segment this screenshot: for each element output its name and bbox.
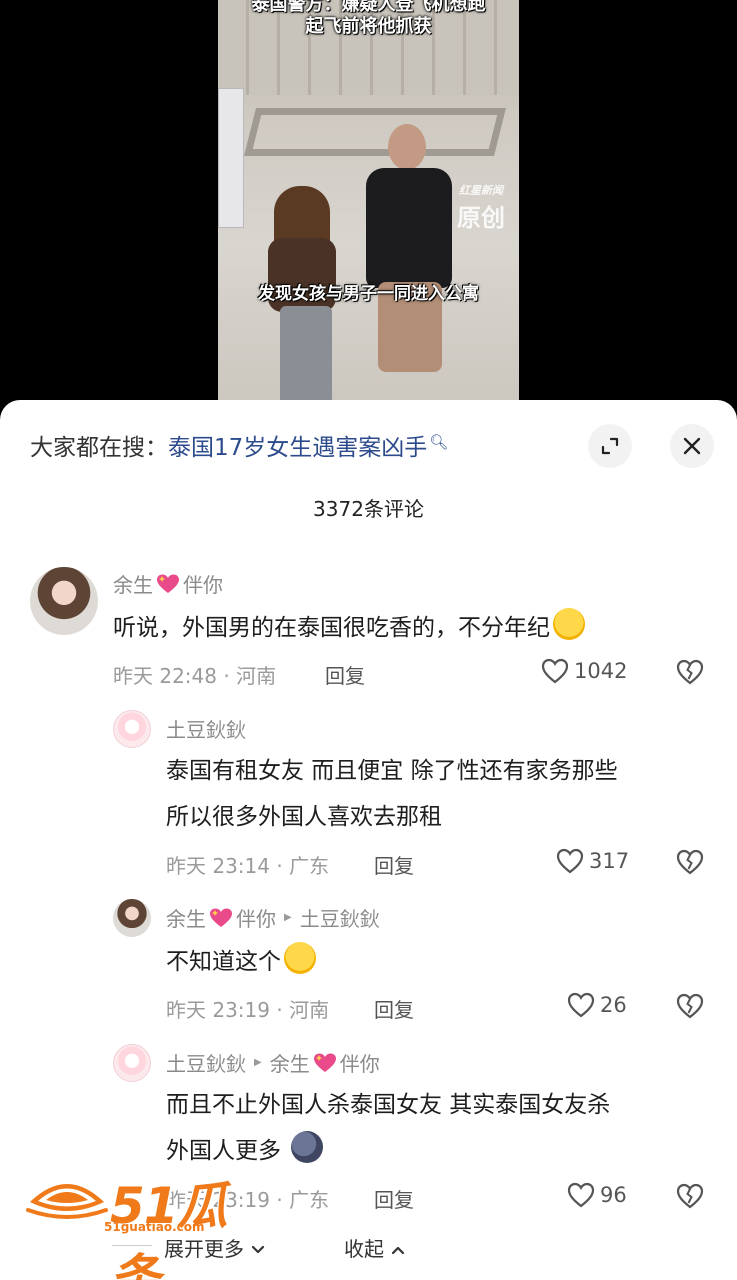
watermelon-logo-icon	[26, 1184, 108, 1219]
video-title-line2: 起飞前将他抓获	[305, 16, 432, 37]
reply-button[interactable]: 回复	[374, 850, 414, 879]
avatar[interactable]	[113, 1044, 151, 1082]
comment-meta: 昨天 23:14 · 广东	[166, 854, 330, 878]
trending-search[interactable]: 大家都在搜：泰国17岁女生遇害案凶手 🔍︎	[30, 428, 448, 462]
comment-username[interactable]: 余生 伴你	[113, 569, 223, 598]
reply-to-username[interactable]: 土豆鈥鈥	[300, 903, 380, 932]
comment-item: 余生 伴你 听说，外国男的在泰国很吃香的，不分年纪 昨天 22:48 · 河南 …	[0, 565, 737, 695]
expand-sheet-button[interactable]	[588, 424, 632, 468]
heart-outline-icon	[567, 992, 595, 1018]
heart-outline-icon	[567, 1182, 595, 1208]
comment-text-line1: 泰国有租女友 而且便宜 除了性还有家务那些	[166, 758, 618, 784]
like-button[interactable]: 26	[566, 991, 627, 1019]
comment-text-line2: 所以很多外国人喜欢去那租	[166, 804, 442, 830]
search-icon: 🔍︎	[429, 433, 449, 451]
reply-item: 土豆鈥鈥 泰国有租女友 而且便宜 除了性还有家务那些 所以很多外国人喜欢去那租 …	[0, 708, 737, 878]
comment-sheet: 大家都在搜：泰国17岁女生遇害案凶手 🔍︎ 3372条评论 余生 伴你 听说，外国…	[0, 400, 737, 1280]
like-count: 317	[589, 849, 630, 873]
heart-outline-icon	[541, 658, 569, 684]
sparkling-heart-icon	[313, 1053, 336, 1072]
video-watermark: 红星新闻 原创	[449, 182, 513, 233]
like-count: 96	[600, 1183, 627, 1207]
video-title: 泰国警方：嫌疑人登飞机想跑 起飞前将他抓获	[218, 0, 519, 38]
expand-icon	[601, 437, 619, 455]
broken-heart-icon[interactable]	[675, 1182, 705, 1210]
comment-username[interactable]: 土豆鈥鈥 ▶ 余生 伴你	[166, 1048, 380, 1077]
site-watermark-url: 51guatiao.com	[104, 1220, 205, 1234]
video-man-head	[388, 124, 426, 170]
collapse-label: 收起	[344, 1237, 384, 1261]
video-caption: 发现女孩与男子一同进入公寓	[258, 284, 479, 304]
comment-meta: 昨天 22:48 · 河南	[113, 664, 277, 688]
sparkling-heart-icon	[157, 574, 179, 593]
site-watermark-logo: 51瓜条 51guatiao.com	[22, 1168, 262, 1280]
video-floor-pattern	[244, 108, 506, 156]
chevron-up-icon	[392, 1246, 405, 1255]
video-girl-legs	[280, 306, 332, 406]
trending-search-prefix: 大家都在搜：	[30, 435, 168, 461]
comment-username[interactable]: 余生 伴你 ▶ 土豆鈥鈥	[166, 903, 380, 932]
laughing-tears-emoji-icon	[284, 942, 316, 974]
broken-heart-icon[interactable]	[675, 992, 705, 1020]
sparkling-heart-icon	[210, 908, 232, 927]
username: 土豆鈥鈥	[166, 1052, 246, 1076]
watermark-small: 红星新闻	[459, 184, 503, 197]
avatar[interactable]	[113, 710, 151, 748]
reply-item: 余生 伴你 ▶ 土豆鈥鈥 不知道这个 昨天 23:19 · 河南 回复 26	[0, 897, 737, 1027]
comment-text-content: 外国人更多	[166, 1138, 281, 1164]
video-man-figure	[366, 168, 452, 288]
comment-meta: 昨天 23:19 · 河南	[166, 998, 330, 1022]
comment-text: 不知道这个	[166, 939, 316, 985]
comment-text-content: 不知道这个	[166, 949, 281, 975]
video-frame[interactable]: 泰国警方：嫌疑人登飞机想跑 起飞前将他抓获 红星新闻 原创 发现女孩与男子一同进…	[218, 0, 519, 410]
username-part1: 余生	[113, 573, 153, 597]
watermark-big: 原创	[457, 203, 505, 232]
trending-search-term[interactable]: 泰国17岁女生遇害案凶手	[168, 435, 427, 461]
avatar[interactable]	[113, 899, 151, 937]
comment-count: 3372条评论	[313, 497, 424, 521]
reply-to-arrow-icon: ▶	[254, 1057, 262, 1068]
reply-button[interactable]: 回复	[325, 660, 365, 689]
comment-text: 听说，外国男的在泰国很吃香的，不分年纪	[113, 605, 585, 651]
blowing-kiss-emoji-icon	[553, 608, 585, 640]
new-moon-face-emoji-icon	[291, 1131, 324, 1163]
reply-button[interactable]: 回复	[374, 994, 414, 1023]
reply-to-username-part1[interactable]: 余生	[270, 1048, 310, 1077]
broken-heart-icon[interactable]	[675, 848, 705, 876]
collapse-button[interactable]: 收起	[344, 1233, 406, 1262]
like-count: 26	[600, 993, 627, 1017]
like-count: 1042	[574, 659, 628, 683]
video-side-sign	[218, 88, 244, 228]
reply-to-username-part2[interactable]: 伴你	[340, 1048, 380, 1077]
video-title-line1: 泰国警方：嫌疑人登飞机想跑	[251, 0, 486, 15]
like-button[interactable]: 317	[555, 847, 629, 875]
username-part2: 伴你	[183, 573, 223, 597]
reply-button[interactable]: 回复	[374, 1184, 414, 1213]
avatar[interactable]	[30, 567, 98, 635]
comment-text-content: 听说，外国男的在泰国很吃香的，不分年纪	[113, 615, 550, 641]
reply-to-arrow-icon: ▶	[284, 912, 292, 923]
video-player[interactable]: 泰国警方：嫌疑人登飞机想跑 起飞前将他抓获 红星新闻 原创 发现女孩与男子一同进…	[0, 0, 737, 410]
username-part2: 伴你	[236, 907, 276, 931]
comment-text-line1: 而且不止外国人杀泰国女友 其实泰国女友杀	[166, 1092, 611, 1118]
username-part1: 余生	[166, 907, 206, 931]
heart-outline-icon	[556, 848, 584, 874]
close-icon	[683, 437, 701, 455]
like-button[interactable]: 96	[566, 1181, 627, 1209]
close-sheet-button[interactable]	[670, 424, 714, 468]
broken-heart-icon[interactable]	[675, 658, 705, 686]
like-button[interactable]: 1042	[540, 657, 627, 685]
comment-username[interactable]: 土豆鈥鈥	[166, 714, 246, 743]
